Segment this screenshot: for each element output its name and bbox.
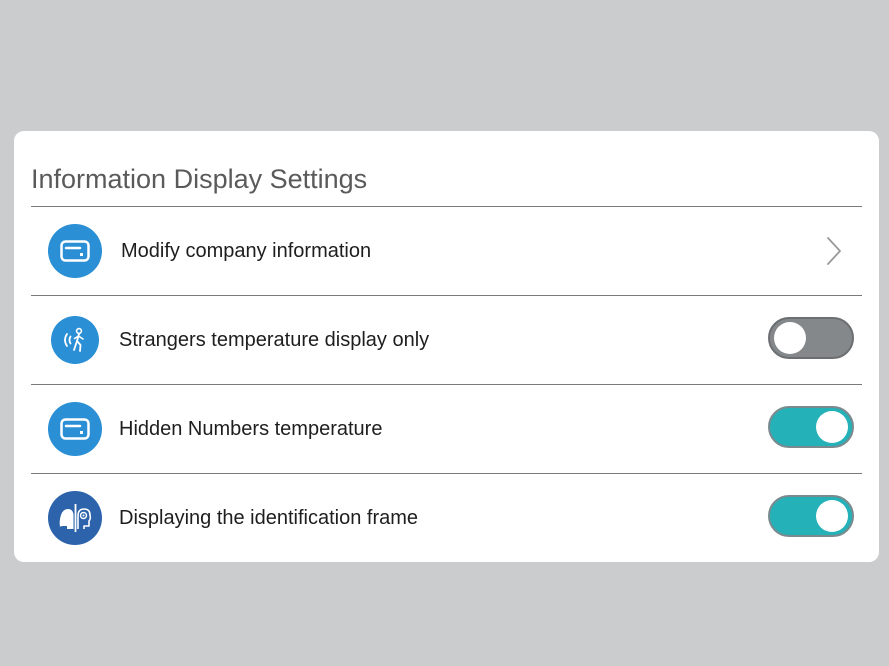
row-identification-frame: Displaying the identification frame [31,474,862,562]
row-label: Displaying the identification frame [119,507,419,529]
toggle-knob [816,411,848,443]
person-scan-icon [51,316,99,364]
hidden-numbers-temperature-toggle[interactable] [768,406,854,448]
face-recognition-icon [48,491,102,545]
card-icon [48,224,102,278]
row-label: Strangers temperature display only [119,329,430,351]
identification-frame-toggle[interactable] [768,495,854,537]
toggle-knob [774,322,806,354]
toggle-knob [816,500,848,532]
row-label: Hidden Numbers temperature [119,418,383,440]
page-title: Information Display Settings [31,164,368,194]
card-icon [48,402,102,456]
row-modify-company-information[interactable]: Modify company information [31,207,862,295]
chevron-right-icon[interactable] [824,233,844,269]
settings-card: Information Display Settings Modify comp… [14,131,879,562]
row-label: Modify company information [121,240,372,262]
row-strangers-temperature: Strangers temperature display only [31,296,862,384]
strangers-temperature-toggle[interactable] [768,317,854,359]
row-hidden-numbers-temperature: Hidden Numbers temperature [31,385,862,473]
